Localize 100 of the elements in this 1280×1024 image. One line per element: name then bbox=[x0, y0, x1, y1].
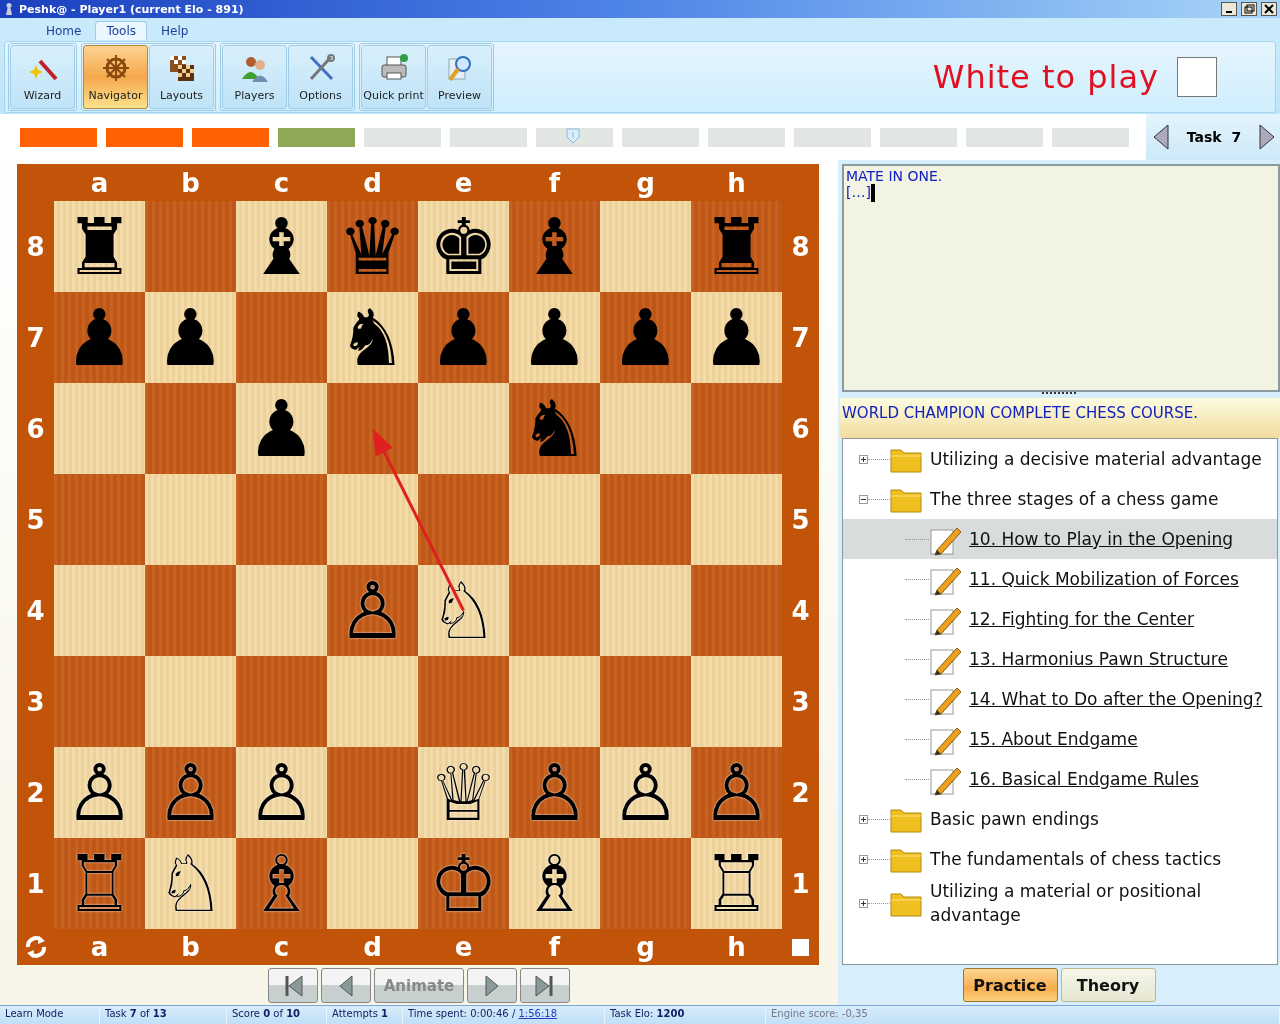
board-square[interactable] bbox=[145, 565, 236, 656]
board-square[interactable] bbox=[54, 656, 145, 747]
board-square[interactable] bbox=[418, 383, 509, 474]
task-progress-segment[interactable] bbox=[880, 127, 957, 147]
board-square[interactable] bbox=[509, 565, 600, 656]
board-square[interactable] bbox=[600, 565, 691, 656]
board-square[interactable]: ♔ bbox=[418, 838, 509, 929]
task-text-area[interactable]: MATE IN ONE. […] bbox=[842, 164, 1280, 392]
board-square[interactable]: ♞ bbox=[509, 383, 600, 474]
board-square[interactable] bbox=[236, 656, 327, 747]
collapse-icon[interactable] bbox=[859, 494, 868, 504]
folder-label[interactable]: Utilizing a material or positional advantage bbox=[930, 879, 1277, 927]
board-square[interactable]: ♖ bbox=[691, 838, 782, 929]
mode-tab[interactable]: Practice bbox=[962, 968, 1058, 1002]
board-square[interactable]: ♝ bbox=[509, 201, 600, 292]
close-button[interactable] bbox=[1261, 2, 1277, 16]
chess-piece[interactable]: ♔ bbox=[428, 844, 499, 923]
lesson-row[interactable]: 15. About Endgame bbox=[843, 719, 1277, 759]
folder-label[interactable]: The fundamentals of chess tactics bbox=[930, 847, 1222, 871]
board-square[interactable]: ♗ bbox=[509, 838, 600, 929]
board-square[interactable] bbox=[691, 383, 782, 474]
board-square[interactable]: ♚ bbox=[418, 201, 509, 292]
toolbar-button[interactable]: Players bbox=[222, 45, 287, 109]
lesson-link[interactable]: 12. Fighting for the Center bbox=[969, 609, 1194, 629]
board-square[interactable] bbox=[691, 656, 782, 747]
chess-piece[interactable]: ♟ bbox=[246, 389, 317, 468]
chess-piece[interactable]: ♟ bbox=[519, 298, 590, 377]
task-progress-segment[interactable] bbox=[106, 127, 183, 147]
chess-piece[interactable]: ♜ bbox=[64, 207, 135, 286]
task-progress-segment[interactable] bbox=[20, 127, 97, 147]
expand-icon[interactable] bbox=[859, 454, 868, 464]
board-square[interactable]: ♘ bbox=[418, 565, 509, 656]
board-square[interactable] bbox=[54, 565, 145, 656]
board-square[interactable] bbox=[327, 838, 418, 929]
lesson-link[interactable]: 14. What to Do after the Opening? bbox=[969, 689, 1263, 709]
next-task-button[interactable] bbox=[1258, 123, 1276, 151]
ribbon-tab[interactable]: Home bbox=[36, 22, 92, 40]
lesson-row[interactable]: 10. How to Play in the Opening bbox=[843, 519, 1277, 559]
board-square[interactable]: ♜ bbox=[54, 201, 145, 292]
board-square[interactable]: ♘ bbox=[145, 838, 236, 929]
next-move-button[interactable] bbox=[467, 968, 517, 1003]
first-move-button[interactable] bbox=[268, 968, 318, 1003]
board-square[interactable] bbox=[509, 474, 600, 565]
board-square[interactable] bbox=[327, 383, 418, 474]
board-square[interactable] bbox=[600, 201, 691, 292]
board-square[interactable] bbox=[691, 565, 782, 656]
task-progress-segment[interactable] bbox=[708, 127, 785, 147]
task-progress-segment[interactable] bbox=[1052, 127, 1129, 147]
task-progress-segment[interactable] bbox=[794, 127, 871, 147]
chess-piece[interactable]: ♟ bbox=[64, 298, 135, 377]
minimize-button[interactable] bbox=[1221, 2, 1237, 16]
lesson-row[interactable]: 11. Quick Mobilization of Forces bbox=[843, 559, 1277, 599]
chess-piece[interactable]: ♙ bbox=[246, 753, 317, 832]
board-square[interactable] bbox=[600, 383, 691, 474]
board-square[interactable] bbox=[236, 474, 327, 565]
restore-button[interactable] bbox=[1241, 2, 1257, 16]
task-progress-segment[interactable] bbox=[622, 127, 699, 147]
board-square[interactable]: ♟ bbox=[418, 292, 509, 383]
chess-piece[interactable]: ♛ bbox=[337, 207, 408, 286]
board-square[interactable] bbox=[600, 656, 691, 747]
board-square[interactable] bbox=[327, 656, 418, 747]
board-square[interactable]: ♙ bbox=[691, 747, 782, 838]
toolbar-button[interactable]: Wizard bbox=[10, 45, 75, 109]
board-square[interactable]: ♗ bbox=[236, 838, 327, 929]
board-square[interactable]: ♟ bbox=[600, 292, 691, 383]
board-square[interactable]: ♟ bbox=[54, 292, 145, 383]
task-progress-segment[interactable] bbox=[364, 127, 441, 147]
board-square[interactable]: ♜ bbox=[691, 201, 782, 292]
board-square[interactable] bbox=[600, 838, 691, 929]
expand-icon[interactable] bbox=[859, 854, 868, 864]
board-square[interactable]: ♙ bbox=[509, 747, 600, 838]
chess-piece[interactable]: ♞ bbox=[519, 389, 590, 468]
lesson-link[interactable]: 11. Quick Mobilization of Forces bbox=[969, 569, 1239, 589]
lesson-link[interactable]: 15. About Endgame bbox=[969, 729, 1138, 749]
chess-piece[interactable]: ♖ bbox=[701, 844, 772, 923]
board-square[interactable] bbox=[418, 656, 509, 747]
chess-piece[interactable]: ♟ bbox=[701, 298, 772, 377]
board-square[interactable]: ♟ bbox=[145, 292, 236, 383]
task-progress-segment[interactable] bbox=[278, 127, 355, 147]
folder-label[interactable]: The three stages of a chess game bbox=[930, 487, 1219, 511]
mode-tab[interactable]: Theory bbox=[1060, 968, 1156, 1002]
board-square[interactable] bbox=[54, 474, 145, 565]
chess-piece[interactable]: ♝ bbox=[246, 207, 317, 286]
chess-piece[interactable]: ♙ bbox=[64, 753, 135, 832]
chess-piece[interactable]: ♟ bbox=[610, 298, 681, 377]
expand-icon[interactable] bbox=[859, 898, 868, 908]
expand-icon[interactable] bbox=[859, 814, 868, 824]
toolbar-button[interactable]: Quick print bbox=[361, 45, 426, 109]
lesson-link[interactable]: 16. Basical Endgame Rules bbox=[969, 769, 1199, 789]
toolbar-button[interactable]: Navigator bbox=[83, 45, 148, 109]
board-square[interactable]: ♙ bbox=[600, 747, 691, 838]
board-square[interactable]: ♙ bbox=[54, 747, 145, 838]
chess-piece[interactable]: ♙ bbox=[155, 753, 226, 832]
lesson-row[interactable]: 12. Fighting for the Center bbox=[843, 599, 1277, 639]
board-square[interactable] bbox=[145, 201, 236, 292]
chess-piece[interactable]: ♙ bbox=[337, 571, 408, 650]
board-square[interactable] bbox=[509, 656, 600, 747]
chess-piece[interactable]: ♖ bbox=[64, 844, 135, 923]
ribbon-tab[interactable]: Help bbox=[151, 22, 199, 40]
board-square[interactable]: ♝ bbox=[236, 201, 327, 292]
